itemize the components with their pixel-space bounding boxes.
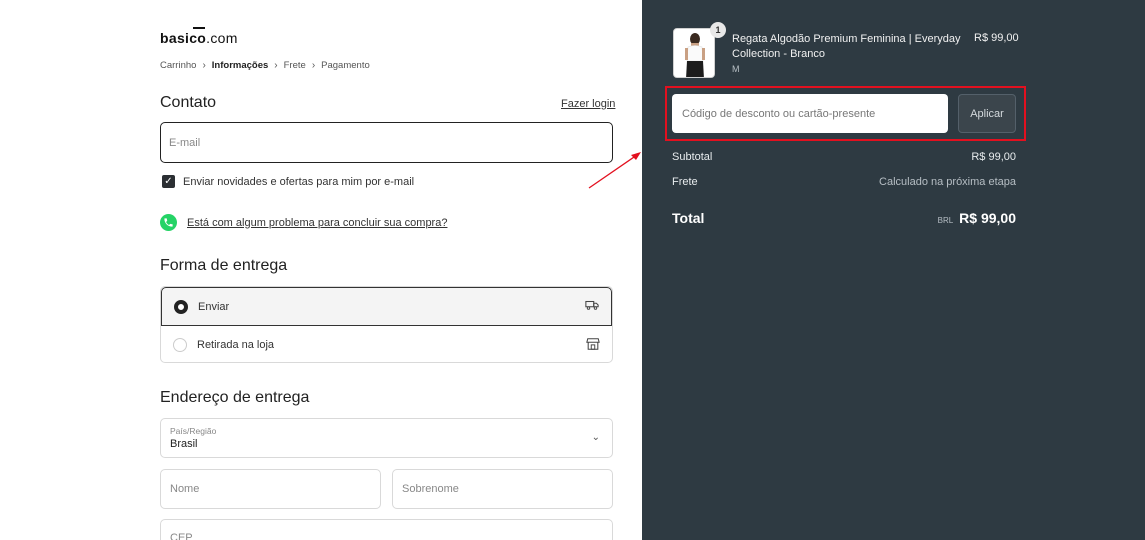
radio-unselected-icon[interactable]: [173, 338, 187, 352]
subtotal-value: R$ 99,00: [971, 151, 1016, 163]
last-name-placeholder: Sobrenome: [402, 483, 459, 495]
delivery-option-ship[interactable]: Enviar: [161, 287, 612, 326]
newsletter-label: Enviar novidades e ofertas para mim por …: [183, 175, 415, 188]
newsletter-checkbox-row[interactable]: ✓ Enviar novidades e ofertas para mim po…: [162, 175, 414, 188]
delivery-option-label: Enviar: [198, 300, 230, 313]
breadcrumb-shipping: Frete: [283, 60, 306, 71]
radio-selected-icon[interactable]: [174, 299, 188, 314]
chevron-down-icon: ⌄: [591, 432, 600, 443]
quantity-badge: 1: [710, 22, 726, 38]
cep-field[interactable]: CEP: [160, 519, 613, 540]
last-name-field[interactable]: Sobrenome: [392, 469, 613, 509]
checkout-main: basico.com Carrinho › Informações › Fret…: [0, 0, 642, 540]
total-currency: BRL: [937, 216, 954, 225]
first-name-field[interactable]: Nome: [160, 469, 381, 509]
product-price: R$ 99,00: [974, 32, 1019, 44]
product-thumbnail: [673, 28, 715, 78]
breadcrumb-payment: Pagamento: [321, 60, 370, 71]
breadcrumb: Carrinho › Informações › Frete › Pagamen…: [160, 60, 370, 71]
country-value: Brasil: [170, 438, 198, 450]
product-variant: M: [732, 64, 740, 74]
shipping-row: Frete Calculado na próxima etapa: [672, 176, 1016, 188]
delivery-options: Enviar Retirada na loja: [160, 286, 613, 363]
subtotal-row: Subtotal R$ 99,00: [672, 151, 1016, 163]
delivery-option-pickup[interactable]: Retirada na loja: [161, 326, 612, 362]
login-link[interactable]: Fazer login: [561, 98, 615, 110]
whatsapp-icon: [160, 214, 177, 231]
shipping-value: Calculado na próxima etapa: [879, 176, 1016, 188]
store-icon: [586, 337, 600, 354]
highlight-box: [665, 86, 1026, 141]
checkbox-checked-icon[interactable]: ✓: [162, 175, 175, 188]
truck-icon: [585, 299, 599, 314]
help-link[interactable]: Está com algum problema para concluir su…: [187, 217, 447, 229]
product-name: Regata Algodão Premium Feminina | Everyd…: [732, 33, 961, 60]
country-select[interactable]: País/Região Brasil ⌄: [160, 418, 613, 458]
address-heading: Endereço de entrega: [160, 389, 310, 406]
total-label: Total: [672, 210, 705, 226]
annotation-arrow: [588, 152, 641, 189]
delivery-heading: Forma de entrega: [160, 257, 288, 274]
contact-heading: Contato: [160, 94, 217, 111]
chevron-right-icon: ›: [274, 60, 278, 71]
subtotal-label: Subtotal: [672, 151, 713, 163]
first-name-placeholder: Nome: [170, 483, 200, 495]
chevron-right-icon: ›: [311, 60, 316, 71]
breadcrumb-cart[interactable]: Carrinho: [160, 60, 196, 71]
country-label: País/Região: [170, 426, 217, 436]
help-row: Está com algum problema para concluir su…: [160, 214, 447, 231]
chevron-right-icon: ›: [202, 60, 206, 71]
shipping-label: Frete: [672, 176, 698, 188]
total-value: R$ 99,00: [959, 210, 1016, 226]
order-summary: 1 Regata Algodão Premium Feminina | Ever…: [642, 0, 1145, 540]
cep-placeholder: CEP: [170, 532, 193, 540]
breadcrumb-info: Informações: [211, 60, 269, 71]
delivery-option-label: Retirada na loja: [197, 339, 275, 351]
store-logo[interactable]: basico.com: [160, 30, 238, 46]
total-row: Total BRL R$ 99,00: [672, 210, 1016, 228]
email-field[interactable]: [160, 122, 613, 163]
